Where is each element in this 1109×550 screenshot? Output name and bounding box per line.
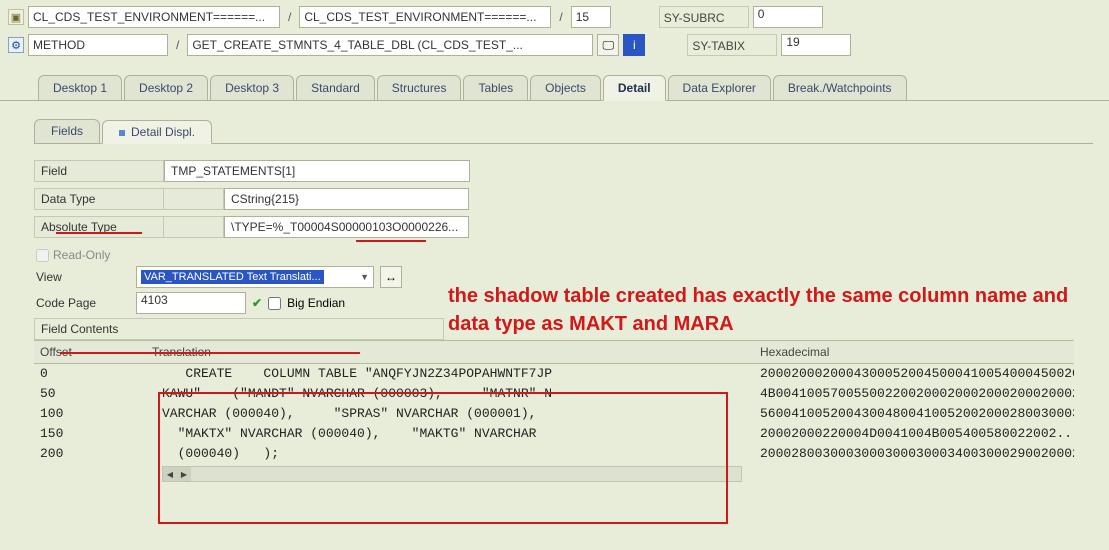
sub-tabs: Fields Detail Displ. bbox=[34, 119, 1093, 144]
method-seg1[interactable]: METHOD bbox=[28, 34, 168, 56]
check-icon: ✔ bbox=[252, 296, 262, 310]
view-dropdown-value: VAR_TRANSLATED Text Translati... bbox=[141, 270, 324, 284]
scroll-left-icon[interactable]: ◀ bbox=[163, 467, 177, 481]
datatype-spacer bbox=[164, 188, 224, 210]
table-row: 50 KAWU" ("MANDT" NVARCHAR (000003), "MA… bbox=[34, 384, 1074, 404]
abstype-value[interactable]: \TYPE=%_T00004S00000103O0000226... bbox=[224, 216, 469, 238]
breadcrumb-seg2[interactable]: CL_CDS_TEST_ENVIRONMENT======... bbox=[299, 6, 551, 28]
readonly-checkbox bbox=[36, 249, 49, 262]
sep-icon: / bbox=[284, 10, 295, 24]
display-icon[interactable]: 🖵 bbox=[597, 34, 619, 56]
sep-icon: / bbox=[555, 10, 566, 24]
horizontal-scrollbar[interactable]: ◀ ▶ bbox=[162, 466, 742, 482]
breadcrumb-seg1[interactable]: CL_CDS_TEST_ENVIRONMENT======... bbox=[28, 6, 280, 28]
tab-desktop-3[interactable]: Desktop 3 bbox=[210, 75, 294, 100]
sy-tabix-label: SY-TABIX bbox=[687, 34, 777, 56]
translation-cell: (000040) ); bbox=[146, 444, 754, 464]
hex-cell: 2000200020004300052004500041005400045002… bbox=[754, 364, 1074, 384]
field-value[interactable]: TMP_STATEMENTS[1] bbox=[164, 160, 470, 182]
table-body: 0 CREATE COLUMN TABLE "ANQFYJN2Z34POPAHW… bbox=[34, 364, 1074, 464]
datatype-value[interactable]: CString{215} bbox=[224, 188, 469, 210]
offset-cell: 100 bbox=[34, 404, 146, 424]
tab-standard[interactable]: Standard bbox=[296, 75, 375, 100]
abstype-label: Absolute Type bbox=[34, 216, 164, 238]
scroll-right-icon[interactable]: ▶ bbox=[177, 467, 191, 481]
annotation-underline bbox=[356, 240, 426, 242]
field-label: Field bbox=[34, 160, 164, 182]
view-label: View bbox=[34, 270, 130, 284]
offset-cell: 50 bbox=[34, 384, 146, 404]
codepage-value[interactable]: 4103 bbox=[136, 292, 246, 314]
hex-cell: 5600410052004300480041005200200028003000… bbox=[754, 404, 1074, 424]
translation-cell: CREATE COLUMN TABLE "ANQFYJN2Z34POPAHWNT… bbox=[146, 364, 754, 384]
translation-cell: KAWU" ("MANDT" NVARCHAR (000003), "MATNR… bbox=[146, 384, 754, 404]
chevron-down-icon: ▼ bbox=[360, 272, 369, 282]
annotation-underline bbox=[56, 232, 142, 234]
tab-objects[interactable]: Objects bbox=[530, 75, 601, 100]
bigendian-label: Big Endian bbox=[287, 296, 345, 310]
tab-structures[interactable]: Structures bbox=[377, 75, 462, 100]
stack-icon[interactable]: ▣ bbox=[8, 9, 24, 25]
annotation-underline bbox=[60, 352, 360, 354]
tab-desktop-1[interactable]: Desktop 1 bbox=[38, 75, 122, 100]
breadcrumb-row-2: ⚙ METHOD / GET_CREATE_STMNTS_4_TABLE_DBL… bbox=[8, 34, 1101, 56]
tab-detail[interactable]: Detail bbox=[603, 75, 666, 101]
method-seg2[interactable]: GET_CREATE_STMNTS_4_TABLE_DBL (CL_CDS_TE… bbox=[187, 34, 593, 56]
bigendian-checkbox[interactable] bbox=[268, 297, 281, 310]
subtab-fields[interactable]: Fields bbox=[34, 119, 100, 143]
active-dot-icon bbox=[119, 130, 125, 136]
annotation-text: the shadow table created has exactly the… bbox=[448, 282, 1088, 338]
breadcrumb-row-1: ▣ CL_CDS_TEST_ENVIRONMENT======... / CL_… bbox=[8, 6, 1101, 28]
tab-break-watchpoints[interactable]: Break./Watchpoints bbox=[773, 75, 907, 100]
col-hexadecimal[interactable]: Hexadecimal bbox=[754, 341, 1074, 363]
codepage-label: Code Page bbox=[34, 296, 130, 310]
readonly-label: Read-Only bbox=[53, 248, 110, 262]
hex-cell: 4B00410057005500220020002000200020002000… bbox=[754, 384, 1074, 404]
fieldcontents-header: Field Contents bbox=[34, 318, 444, 340]
tab-tables[interactable]: Tables bbox=[463, 75, 528, 100]
sep-icon: / bbox=[172, 38, 183, 52]
table-row: 100 VARCHAR (000040), "SPRAS" NVARCHAR (… bbox=[34, 404, 1074, 424]
table-row: 150 "MAKTX" NVARCHAR (000040), "MAKTG" N… bbox=[34, 424, 1074, 444]
view-dropdown[interactable]: VAR_TRANSLATED Text Translati... ▼ bbox=[136, 266, 374, 288]
readonly-row: Read-Only bbox=[34, 244, 1093, 266]
offset-cell: 0 bbox=[34, 364, 146, 384]
translation-cell: VARCHAR (000040), "SPRAS" NVARCHAR (0000… bbox=[146, 404, 754, 424]
method-icon[interactable]: ⚙ bbox=[8, 37, 24, 53]
offset-cell: 150 bbox=[34, 424, 146, 444]
info-icon[interactable]: i bbox=[623, 34, 645, 56]
breadcrumb-seg3[interactable]: 15 bbox=[571, 6, 611, 28]
tab-desktop-2[interactable]: Desktop 2 bbox=[124, 75, 208, 100]
sy-tabix-value[interactable]: 19 bbox=[781, 34, 851, 56]
subtab-detail-displ[interactable]: Detail Displ. bbox=[102, 120, 212, 144]
hex-cell: 20002000220004D0041004B005400580022002..… bbox=[754, 424, 1074, 444]
datatype-label: Data Type bbox=[34, 188, 164, 210]
main-tabs: Desktop 1 Desktop 2 Desktop 3 Standard S… bbox=[0, 68, 1109, 101]
translation-cell: "MAKTX" NVARCHAR (000040), "MAKTG" NVARC… bbox=[146, 424, 754, 444]
table-row: 200 (000040) ); 200028003000300030003000… bbox=[34, 444, 1074, 464]
sy-subrc-label: SY-SUBRC bbox=[659, 6, 749, 28]
abstype-spacer bbox=[164, 216, 224, 238]
sy-subrc-value[interactable]: 0 bbox=[753, 6, 823, 28]
subtab-detail-label: Detail Displ. bbox=[131, 125, 195, 139]
hex-cell: 2000280030003000300030003400300029002000… bbox=[754, 444, 1074, 464]
tab-data-explorer[interactable]: Data Explorer bbox=[668, 75, 771, 100]
table-row: 0 CREATE COLUMN TABLE "ANQFYJN2Z34POPAHW… bbox=[34, 364, 1074, 384]
expand-icon[interactable]: ↔ bbox=[380, 266, 402, 288]
offset-cell: 200 bbox=[34, 444, 146, 464]
